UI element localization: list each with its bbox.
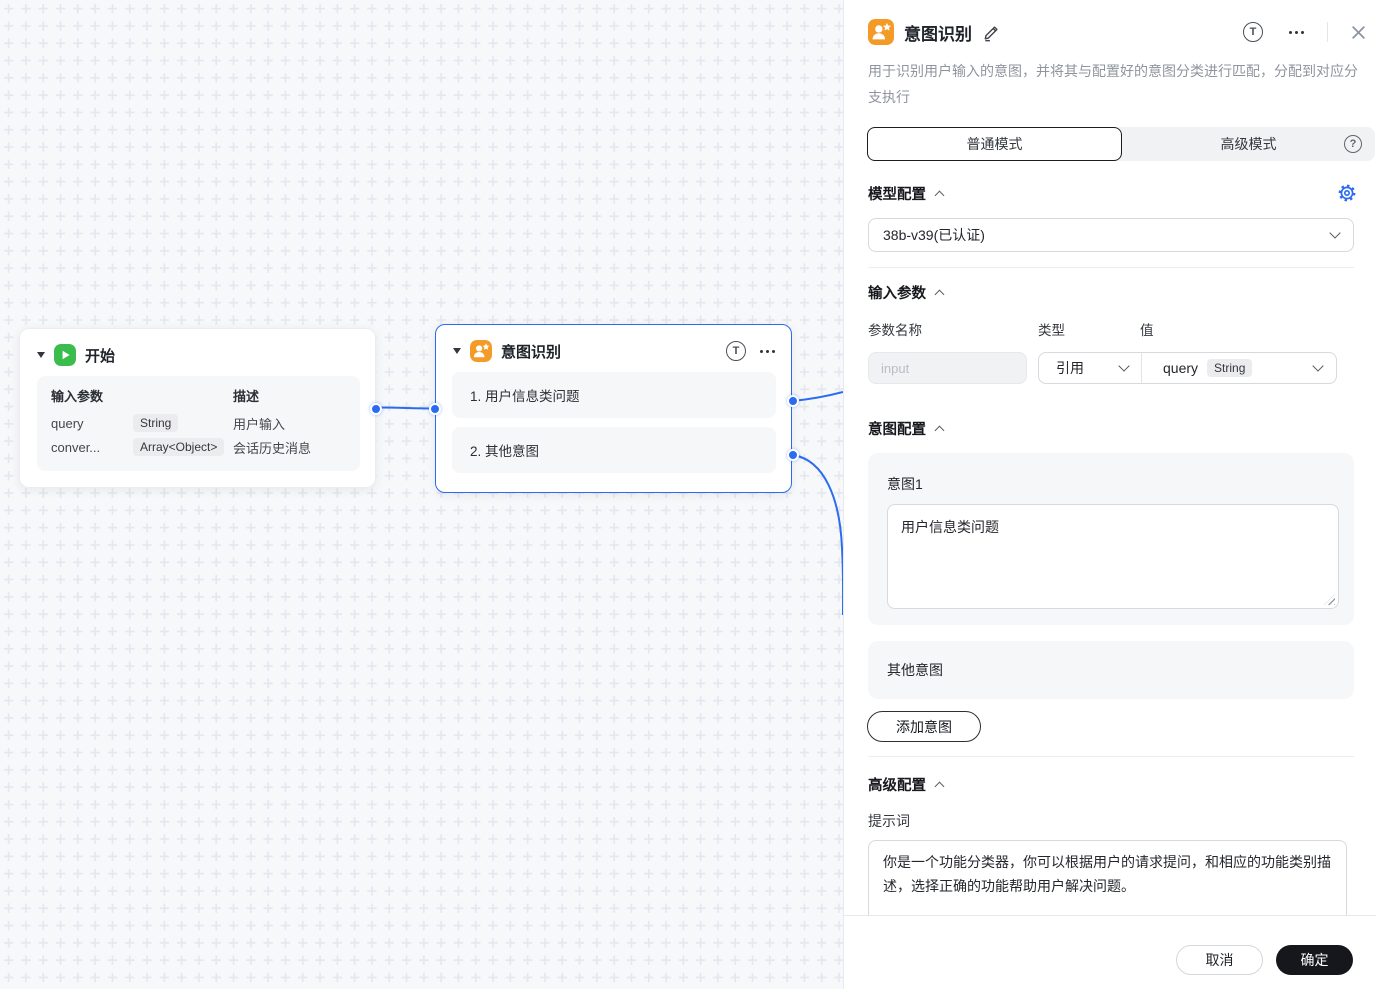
tab-label: 普通模式 [966,136,1023,152]
node-start-header: 开始 [20,329,375,376]
section-title-text: 意图配置 [868,422,926,438]
start-play-icon [54,344,76,366]
node-intent-recognition[interactable]: 意图识别 T 1. 用户信息类问题 2. 其他意图 [429,324,799,493]
intent-branch-row[interactable]: 2. 其他意图 [452,427,776,473]
param-name: query [51,415,84,431]
table-row: conver... Array<Object> 会话历史消息 [51,435,346,459]
section-title-text: 模型配置 [868,187,926,203]
node-start-title: 开始 [85,347,116,365]
start-params-table: 输入参数 描述 query String 用户输入 conver... Arra… [37,376,360,471]
type-badge: String [133,414,179,432]
intent-icon [470,340,492,362]
cancel-button[interactable]: 取消 [1176,944,1263,975]
model-settings-gear-icon[interactable] [1337,183,1357,203]
config-panel: 意图识别 T 用于识别用户输入的意图，并将其与配置好的意图分类进行匹配，分配到对… [843,0,1376,989]
model-section-title: 模型配置 [868,183,945,204]
param-name-input[interactable] [868,352,1027,384]
param-name: conver... [51,439,101,455]
chevron-down-icon [1118,360,1130,372]
help-glyph: ? [1349,138,1357,150]
mode-tabs: 普通模式 高级模式 ? [867,127,1375,161]
value-select[interactable]: query String [1142,353,1336,383]
intent-branch-label: 2. 其他意图 [470,444,540,459]
input-params-section-title: 输入参数 [868,282,945,303]
help-icon[interactable]: ? [1344,135,1362,153]
collapse-icon[interactable] [934,781,945,792]
intent-branch-row[interactable]: 1. 用户信息类问题 [452,372,776,418]
grid-dots [0,0,843,989]
param-value-compound-select: 引用 query String [1038,352,1337,384]
collapse-caret-icon[interactable] [453,348,461,354]
col-desc: 描述 [233,389,260,404]
string-type-badge: String [1207,359,1253,377]
panel-description: 用于识别用户输入的意图，并将其与配置好的意图分类进行匹配，分配到对应分支执行 [868,63,1358,105]
table-row: query String 用户输入 [51,411,346,435]
other-intent-label: 其他意图 [887,662,943,678]
ref-type-select[interactable]: 引用 [1039,353,1142,383]
intent1-label: 意图1 [887,476,923,492]
panel-content: 意图识别 T 用于识别用户输入的意图，并将其与配置好的意图分类进行匹配，分配到对… [844,0,1376,915]
section-divider [868,756,1354,757]
intent-icon [868,19,894,45]
intent-branch-label: 1. 用户信息类问题 [470,389,580,404]
intent-output-port-2[interactable] [787,449,799,461]
intent-config-section-title: 意图配置 [868,418,945,439]
panel-footer: 取消 确定 [844,915,1376,989]
more-menu-icon[interactable] [1289,30,1304,34]
col-param-name: 参数名称 [868,323,922,338]
param-desc: 用户输入 [233,416,286,432]
header-divider [1327,22,1328,42]
section-title-text: 高级配置 [868,778,926,794]
col-param-value: 值 [1140,323,1154,338]
collapse-caret-icon[interactable] [37,352,45,358]
model-select[interactable]: 38b-v39(已认证) [868,218,1354,252]
app-root: 开始 输入参数 描述 query String 用户输入 conver... A… [0,0,1376,989]
test-run-icon[interactable]: T [1243,22,1263,42]
collapse-icon[interactable] [934,190,945,201]
test-run-glyph: T [1249,26,1257,38]
intent-input-port[interactable] [429,403,441,415]
collapse-icon[interactable] [934,289,945,300]
chevron-down-icon [1312,360,1324,372]
value-name: query [1163,360,1199,376]
col-param-type: 类型 [1038,323,1065,338]
test-run-glyph: T [732,345,740,357]
section-divider [868,267,1354,268]
param-desc: 会话历史消息 [233,440,312,456]
edge-start-to-intent [375,406,436,410]
close-icon[interactable] [1350,24,1367,41]
test-run-icon[interactable]: T [726,341,746,361]
node-start[interactable]: 开始 输入参数 描述 query String 用户输入 conver... A… [19,328,382,488]
add-intent-button[interactable]: 添加意图 [867,711,981,742]
node-intent-header: 意图识别 T [436,325,791,372]
confirm-button[interactable]: 确定 [1276,944,1353,975]
tab-advanced-mode[interactable]: 高级模式 ? [1122,127,1375,161]
other-intent-card: 其他意图 [868,641,1354,699]
ref-type-value: 引用 [1056,360,1084,376]
col-input-params: 输入参数 [51,389,104,404]
canvas-grid-and-edges [0,0,843,989]
start-output-port[interactable] [370,403,382,415]
prompt-label: 提示词 [868,813,910,829]
more-icon[interactable] [760,349,775,353]
model-select-value: 38b-v39(已认证) [883,227,985,243]
prompt-textarea[interactable]: 你是一个功能分类器，你可以根据用户的请求提问，和相应的功能类别描述，选择正确的功… [868,840,1347,915]
workflow-canvas[interactable]: 开始 输入参数 描述 query String 用户输入 conver... A… [0,0,843,989]
intent1-card: 意图1 用户信息类问题 [868,453,1354,625]
section-title-text: 输入参数 [868,286,926,302]
panel-title: 意图识别 [904,24,972,44]
type-badge: Array<Object> [133,438,225,456]
chevron-down-icon [1329,227,1341,239]
intent-output-port-1[interactable] [787,395,799,407]
tab-normal-mode[interactable]: 普通模式 [867,127,1122,161]
tab-label: 高级模式 [1220,136,1277,152]
collapse-icon[interactable] [934,425,945,436]
edit-title-icon[interactable] [982,23,1001,42]
intent1-textarea[interactable]: 用户信息类问题 [887,504,1339,609]
node-intent-title: 意图识别 [501,343,562,361]
advanced-section-title: 高级配置 [868,774,945,795]
